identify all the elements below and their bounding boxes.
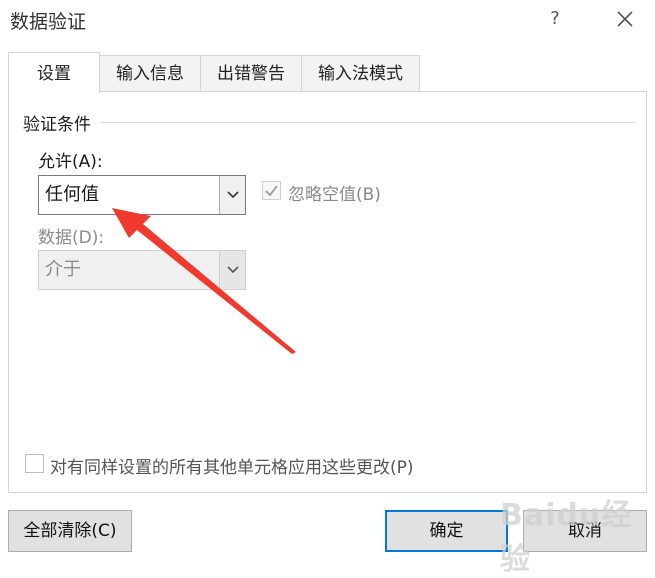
clear-all-button[interactable]: 全部清除(C) [8,510,132,552]
data-dropdown-button[interactable] [219,251,245,289]
allow-dropdown-button[interactable] [219,176,245,214]
allow-select-value: 任何值 [45,184,99,205]
group-divider [100,122,635,123]
ignore-blank-label: 忽略空值(B) [288,185,381,205]
data-select-value: 介于 [45,259,81,280]
baidu-watermark: Baidu经验 [500,498,633,577]
help-button[interactable]: ? [545,6,565,32]
validation-criteria-label: 验证条件 [23,110,95,135]
allow-select[interactable]: 任何值 [38,175,246,215]
ok-button[interactable]: 确定 [385,510,508,552]
ignore-blank-checkbox[interactable] [262,181,281,200]
chevron-down-icon [227,266,239,274]
allow-label: 允许(A): [38,152,103,172]
data-select[interactable]: 介于 [38,250,246,290]
tab-input-message[interactable]: 输入信息 [99,55,201,91]
tab-settings[interactable]: 设置 [8,52,100,93]
settings-panel [8,91,647,493]
data-label: 数据(D): [38,228,105,248]
tab-error-alert[interactable]: 出错警告 [200,55,302,91]
apply-all-label: 对有同样设置的所有其他单元格应用这些更改(P) [50,458,414,478]
apply-all-checkbox[interactable] [25,454,44,473]
tab-ime-mode[interactable]: 输入法模式 [301,55,420,91]
close-button[interactable] [612,6,638,32]
close-icon [617,11,633,27]
dialog-title: 数据验证 [10,11,87,33]
checkmark-icon [265,185,278,197]
chevron-down-icon [227,191,239,199]
